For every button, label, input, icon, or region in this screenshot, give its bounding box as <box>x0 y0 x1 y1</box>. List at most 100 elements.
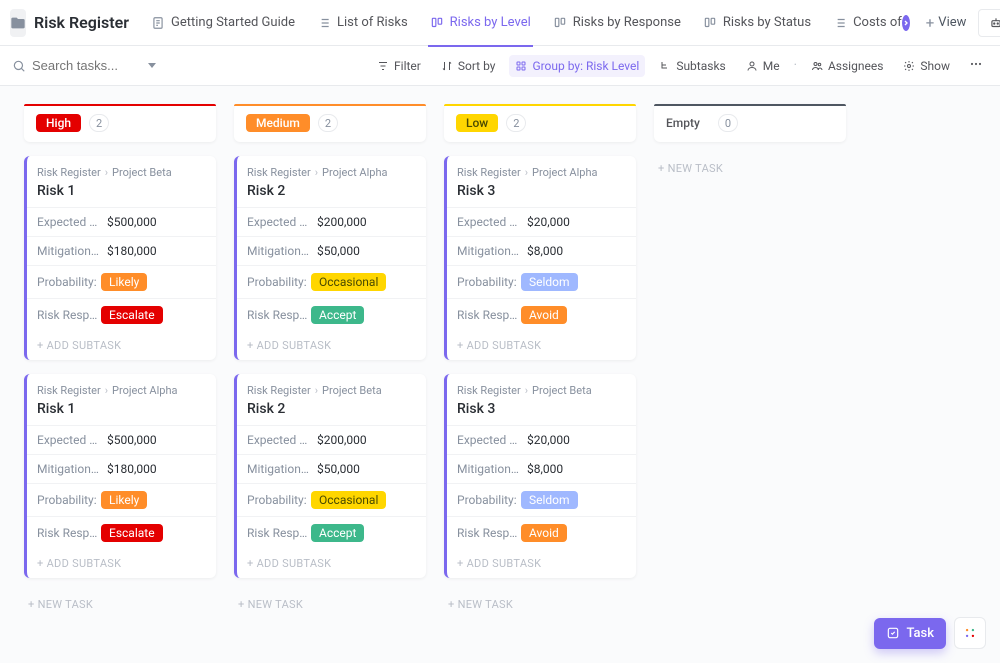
field-expected-cost[interactable]: Expected C… $500,000 <box>27 425 216 454</box>
risk-card[interactable]: Risk Register › Project Alpha Risk 1 Exp… <box>24 374 216 578</box>
more-menu-button[interactable] <box>964 52 988 80</box>
crumb-folder[interactable]: Risk Register <box>247 384 311 397</box>
add-subtask-button[interactable]: + ADD SUBTASK <box>447 549 636 578</box>
column-header[interactable]: High2 <box>24 104 216 142</box>
add-subtask-button[interactable]: + ADD SUBTASK <box>447 331 636 360</box>
new-task-button[interactable]: + NEW TASK <box>654 156 846 181</box>
field-label: Mitigation … <box>247 244 311 258</box>
tab-risks-by-level[interactable]: Risks by Level <box>420 0 541 46</box>
field-probability[interactable]: Probability: Occasional <box>237 483 426 516</box>
probability-tag: Likely <box>101 273 147 291</box>
automate-button[interactable]: Automate <box>978 9 1000 37</box>
field-mitigation-cost[interactable]: Mitigation … $180,000 <box>27 236 216 265</box>
add-subtask-button[interactable]: + ADD SUBTASK <box>27 331 216 360</box>
field-value: $8,000 <box>527 462 563 476</box>
field-probability[interactable]: Probability: Seldom <box>447 483 636 516</box>
tab-getting-started[interactable]: Getting Started Guide <box>141 0 305 46</box>
card-header: Risk Register › Project Beta Risk 3 <box>447 374 636 425</box>
tab-risks-by-response[interactable]: Risks by Response <box>543 0 691 46</box>
risk-card[interactable]: Risk Register › Project Beta Risk 1 Expe… <box>24 156 216 360</box>
sort-button[interactable]: Sort by <box>435 55 502 77</box>
field-mitigation-cost[interactable]: Mitigation … $50,000 <box>237 454 426 483</box>
crumb-folder[interactable]: Risk Register <box>37 384 101 397</box>
field-value: $8,000 <box>527 244 563 258</box>
field-probability[interactable]: Probability: Likely <box>27 265 216 298</box>
crumb-project[interactable]: Project Beta <box>112 166 172 179</box>
crumb-folder[interactable]: Risk Register <box>457 166 521 179</box>
crumb-folder[interactable]: Risk Register <box>247 166 311 179</box>
field-mitigation-cost[interactable]: Mitigation … $180,000 <box>27 454 216 483</box>
crumb-project[interactable]: Project Alpha <box>322 166 387 179</box>
robot-icon <box>989 16 1000 30</box>
breadcrumb: Risk Register › Project Beta <box>37 166 206 179</box>
risk-card[interactable]: Risk Register › Project Alpha Risk 2 Exp… <box>234 156 426 360</box>
risk-card[interactable]: Risk Register › Project Beta Risk 3 Expe… <box>444 374 636 578</box>
tab-list-of-risks[interactable]: List of Risks <box>307 0 418 46</box>
filter-label: Filter <box>394 59 421 73</box>
crumb-project[interactable]: Project Alpha <box>112 384 177 397</box>
column-header[interactable]: Empty0 <box>654 104 846 142</box>
field-mitigation-cost[interactable]: Mitigation … $8,000 <box>447 454 636 483</box>
field-probability[interactable]: Probability: Occasional <box>237 265 426 298</box>
search-input[interactable] <box>32 58 142 73</box>
crumb-project[interactable]: Project Beta <box>532 384 592 397</box>
field-response[interactable]: Risk Respo… Escalate <box>27 516 216 549</box>
me-button[interactable]: Me <box>740 55 786 77</box>
field-response[interactable]: Risk Respo… Accept <box>237 516 426 549</box>
column-high: High2 Risk Register › Project Beta Risk … <box>24 104 216 617</box>
field-response[interactable]: Risk Respo… Escalate <box>27 298 216 331</box>
chevron-right-icon: › <box>105 166 108 179</box>
column-header[interactable]: Medium2 <box>234 104 426 142</box>
crumb-folder[interactable]: Risk Register <box>457 384 521 397</box>
filter-icon <box>377 60 389 72</box>
new-task-button[interactable]: + NEW TASK <box>24 592 216 617</box>
field-expected-cost[interactable]: Expected C… $200,000 <box>237 425 426 454</box>
search-box[interactable] <box>12 58 172 73</box>
column-header[interactable]: Low2 <box>444 104 636 142</box>
crumb-project[interactable]: Project Alpha <box>532 166 597 179</box>
group-by-button[interactable]: Group by: Risk Level <box>509 55 645 77</box>
add-subtask-button[interactable]: + ADD SUBTASK <box>237 331 426 360</box>
new-task-button[interactable]: + NEW TASK <box>444 592 636 617</box>
field-mitigation-cost[interactable]: Mitigation … $8,000 <box>447 236 636 265</box>
group-label: Group by: Risk Level <box>532 59 639 73</box>
field-value: $20,000 <box>527 433 570 447</box>
field-mitigation-cost[interactable]: Mitigation … $50,000 <box>237 236 426 265</box>
crumb-folder[interactable]: Risk Register <box>37 166 101 179</box>
field-expected-cost[interactable]: Expected C… $20,000 <box>447 425 636 454</box>
risk-card[interactable]: Risk Register › Project Beta Risk 2 Expe… <box>234 374 426 578</box>
tab-risks-by-status[interactable]: Risks by Status <box>693 0 821 46</box>
field-response[interactable]: Risk Respo… Accept <box>237 298 426 331</box>
new-task-fab[interactable]: Task <box>874 618 946 649</box>
assignees-button[interactable]: Assignees <box>805 55 889 77</box>
subtasks-button[interactable]: Subtasks <box>653 55 731 77</box>
card-title: Risk 1 <box>37 183 206 199</box>
field-response[interactable]: Risk Respo… Avoid <box>447 298 636 331</box>
field-probability[interactable]: Probability: Seldom <box>447 265 636 298</box>
field-expected-cost[interactable]: Expected C… $200,000 <box>237 207 426 236</box>
tab-label: Getting Started Guide <box>171 15 295 30</box>
add-subtask-button[interactable]: + ADD SUBTASK <box>237 549 426 578</box>
field-label: Probability: <box>457 493 521 507</box>
add-view-button[interactable]: + View <box>918 14 975 32</box>
show-button[interactable]: Show <box>897 55 956 77</box>
card-title: Risk 2 <box>247 401 416 417</box>
folder-icon[interactable] <box>10 9 26 37</box>
top-nav: Risk Register Getting Started Guide List… <box>0 0 1000 46</box>
tab-label: Risks by Response <box>573 15 681 30</box>
field-expected-cost[interactable]: Expected C… $20,000 <box>447 207 636 236</box>
crumb-project[interactable]: Project Beta <box>322 384 382 397</box>
response-tag: Accept <box>311 306 364 324</box>
risk-card[interactable]: Risk Register › Project Alpha Risk 3 Exp… <box>444 156 636 360</box>
page-title: Risk Register <box>34 13 129 32</box>
field-expected-cost[interactable]: Expected C… $500,000 <box>27 207 216 236</box>
tab-costs[interactable]: Costs of <box>823 0 904 46</box>
field-label: Probability: <box>37 493 101 507</box>
field-response[interactable]: Risk Respo… Avoid <box>447 516 636 549</box>
apps-fab[interactable] <box>954 617 986 649</box>
chevron-down-icon[interactable] <box>148 63 156 68</box>
add-subtask-button[interactable]: + ADD SUBTASK <box>27 549 216 578</box>
filter-button[interactable]: Filter <box>371 55 427 77</box>
field-probability[interactable]: Probability: Likely <box>27 483 216 516</box>
new-task-button[interactable]: + NEW TASK <box>234 592 426 617</box>
